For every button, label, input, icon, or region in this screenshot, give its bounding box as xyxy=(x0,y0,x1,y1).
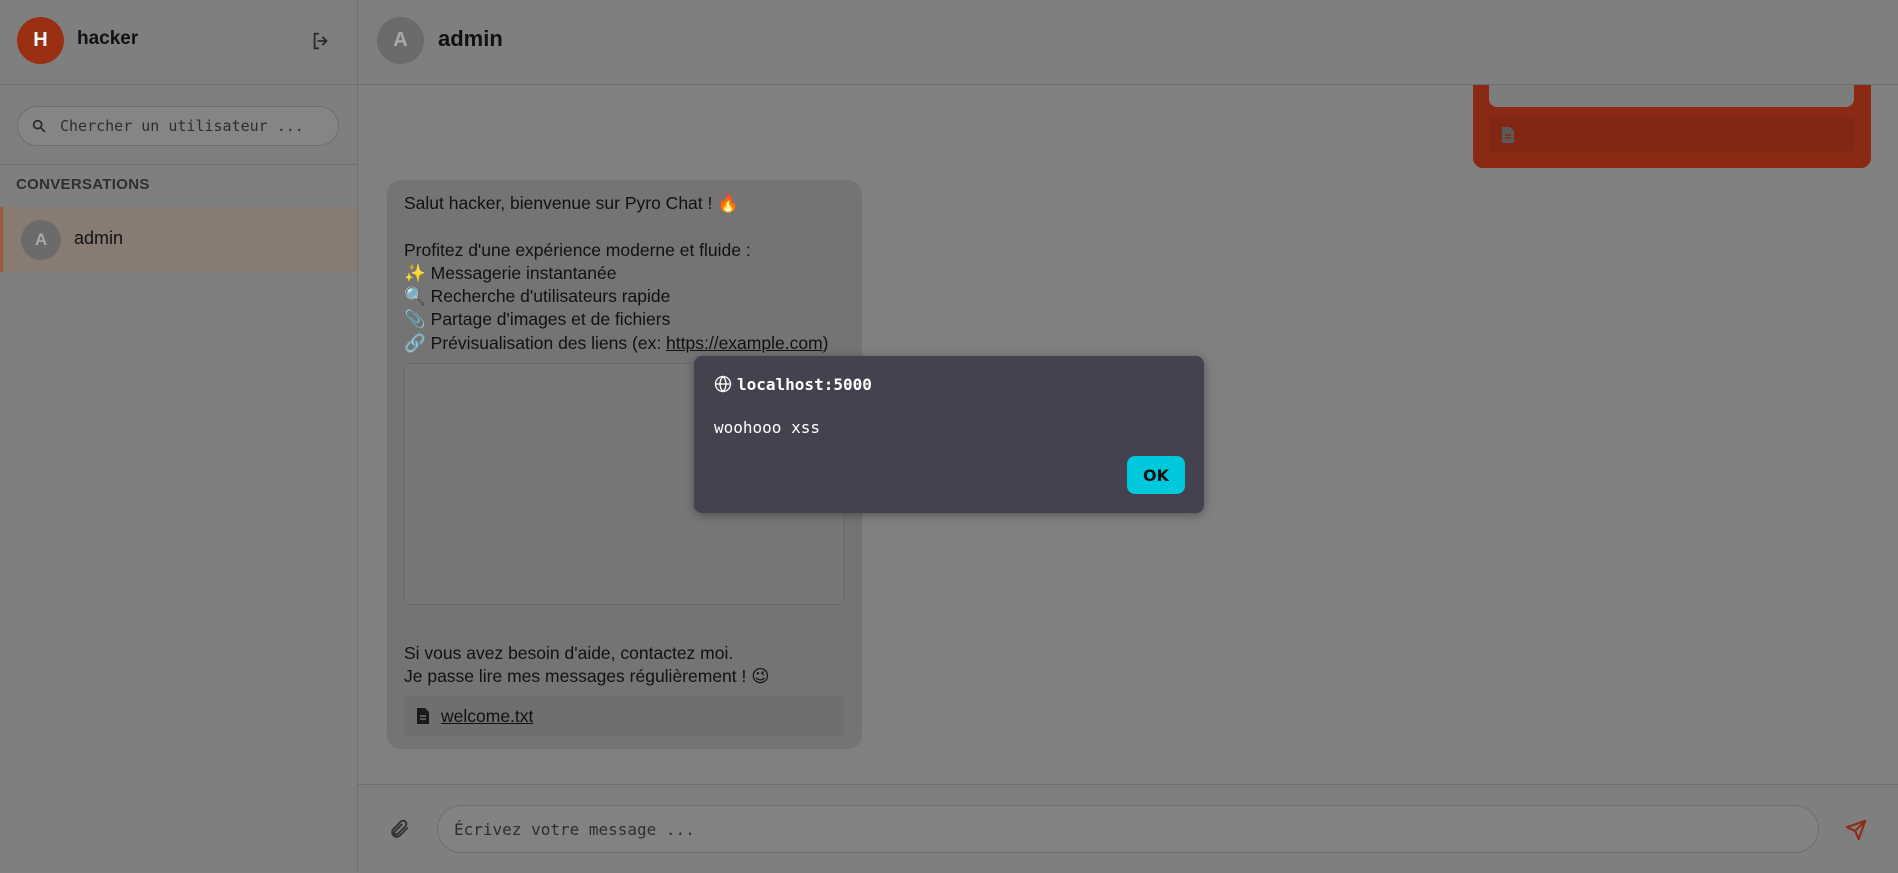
file-icon xyxy=(417,708,429,724)
peer-avatar: A xyxy=(377,17,424,64)
current-username: hacker xyxy=(77,28,139,49)
alert-dialog: localhost:5000 woohooo xss OK xyxy=(694,356,1204,513)
search-icon xyxy=(32,119,46,133)
sidebar-header: H hacker xyxy=(0,0,357,85)
attachment-name: welcome.txt xyxy=(441,706,534,726)
message-attachment[interactable] xyxy=(1489,117,1854,153)
sidebar: H hacker CONVERSATIONS A admin xyxy=(0,0,358,872)
conversation-name: admin xyxy=(74,228,124,248)
message-body: Salut hacker, bienvenue sur Pyro Chat ! … xyxy=(404,193,751,353)
paperclip-icon xyxy=(391,819,409,838)
attach-button[interactable] xyxy=(388,818,410,840)
file-icon xyxy=(1502,127,1514,143)
alert-message: woohooo xss xyxy=(714,418,820,437)
link-preview-card[interactable] xyxy=(1489,85,1854,107)
send-icon xyxy=(1845,819,1867,841)
user-search xyxy=(17,106,339,146)
message-link[interactable]: https://example.com xyxy=(666,333,823,353)
peer-name: admin xyxy=(438,26,503,51)
conversations-heading: CONVERSATIONS xyxy=(16,176,150,193)
globe-icon xyxy=(714,375,732,393)
file-attachment[interactable]: welcome.txt xyxy=(404,696,844,736)
outgoing-message xyxy=(1473,85,1871,168)
conversation-item-admin[interactable]: A admin xyxy=(0,207,357,272)
sidebar-divider xyxy=(0,164,357,165)
message-text: Salut hacker, bienvenue sur Pyro Chat ! … xyxy=(404,192,854,355)
message-footer-text: Si vous avez besoin d'aide, contactez mo… xyxy=(404,643,770,687)
message-body-end: ) xyxy=(822,332,829,353)
chat-header: A admin xyxy=(358,0,1898,85)
message-input[interactable] xyxy=(437,805,1819,853)
send-button[interactable] xyxy=(1844,819,1868,841)
search-input[interactable] xyxy=(60,107,328,145)
alert-origin: localhost:5000 xyxy=(737,375,872,394)
ok-button[interactable]: OK xyxy=(1127,456,1185,494)
user-avatar: H xyxy=(17,17,64,64)
conversation-avatar: A xyxy=(21,220,61,260)
logout-button[interactable] xyxy=(310,30,332,52)
logout-icon xyxy=(313,32,328,50)
message-composer xyxy=(358,784,1898,873)
